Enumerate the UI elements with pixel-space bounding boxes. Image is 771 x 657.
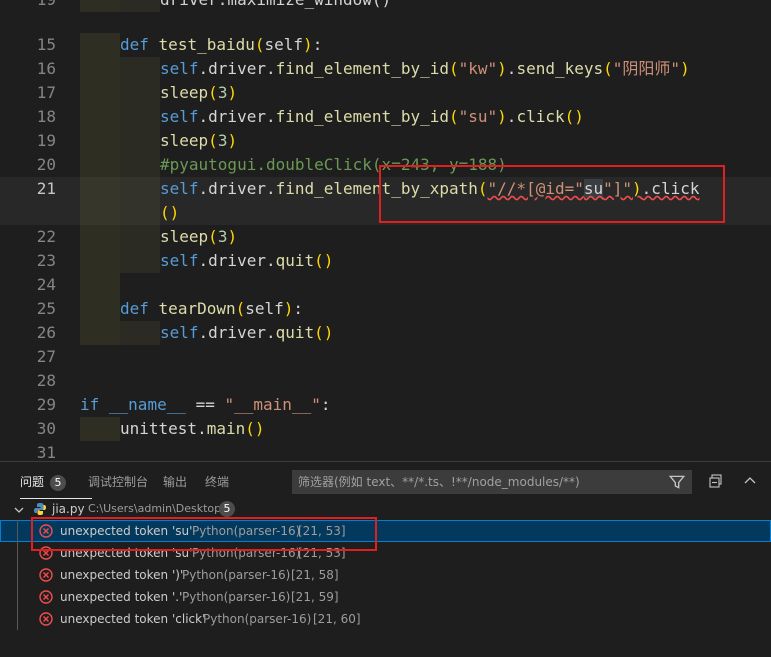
line-number: 27 — [36, 347, 56, 366]
code-text: self.driver.find_element_by_id("kw").sen… — [160, 59, 690, 78]
problem-message: unexpected token ')' — [60, 568, 184, 582]
chevron-up-icon[interactable] — [742, 473, 758, 489]
line-number: 18 — [36, 107, 56, 126]
code-text: sleep(3) — [160, 227, 238, 246]
error-icon — [39, 612, 53, 626]
line-number: 15 — [36, 35, 56, 54]
tab-debug-console[interactable]: 调试控制台 — [88, 473, 148, 490]
problem-source: Python(parser-16) — [182, 590, 291, 604]
problem-item[interactable]: unexpected token '.' Python(parser-16) [… — [0, 586, 771, 608]
problem-item[interactable]: unexpected token ')' Python(parser-16) [… — [0, 564, 771, 586]
line-number: 20 — [36, 155, 56, 174]
code-line[interactable]: 23 self.driver.quit() — [0, 249, 771, 273]
line-number — [0, 201, 56, 225]
code-line[interactable]: 16 self.driver.find_element_by_id("kw").… — [0, 57, 771, 81]
problem-source: Python(parser-16) — [182, 568, 291, 582]
code-line[interactable]: 22 sleep(3) — [0, 225, 771, 249]
code-line[interactable]: 28 — [0, 369, 771, 393]
code-text: sleep(3) — [160, 131, 238, 150]
tree-indent-guide — [17, 520, 18, 630]
line-number: 24 — [36, 275, 56, 294]
line-number: 29 — [36, 395, 56, 414]
annotation-box-problem — [31, 517, 377, 551]
code-line[interactable]: 27 — [0, 345, 771, 369]
code-text: def tearDown(self): — [120, 299, 304, 318]
code-text: self.driver.quit() — [160, 251, 334, 270]
code-line[interactable]: 18 self.driver.find_element_by_id("su").… — [0, 105, 771, 129]
code-line[interactable]: 29 if __name__ == "__main__": — [0, 393, 771, 417]
line-number: 19 — [0, 0, 56, 12]
problem-message: unexpected token 'click' — [60, 612, 206, 626]
line-number: 23 — [36, 251, 56, 270]
panel-tabs: 问题 5 调试控制台 输出 终端 筛选器(例如 text、**/*.ts、!**/… — [0, 462, 771, 500]
line-number: 22 — [36, 227, 56, 246]
code-text: unittest.main() — [120, 419, 265, 438]
line-number: 17 — [36, 83, 56, 102]
chevron-down-icon[interactable] — [14, 505, 24, 515]
line-number: 26 — [36, 323, 56, 342]
code-text: sleep(3) — [160, 83, 238, 102]
tab-problems[interactable]: 问题 5 — [20, 473, 93, 499]
code-text: def test_baidu(self): — [120, 35, 323, 54]
problems-count-badge: 5 — [50, 475, 67, 491]
problem-position: [21, 59] — [291, 590, 339, 604]
code-line[interactable]: 31 — [0, 441, 771, 461]
line-number: 28 — [36, 371, 56, 390]
code-line[interactable]: 26 self.driver.quit() — [0, 321, 771, 345]
code-text: driver.maximize_window() — [160, 0, 391, 12]
code-line[interactable]: 19 sleep(3) — [0, 129, 771, 153]
error-icon — [39, 590, 53, 604]
code-text: if __name__ == "__main__": — [80, 395, 331, 414]
line-number: 25 — [36, 299, 56, 318]
python-file-icon — [34, 503, 46, 515]
code-line[interactable]: 19 driver.maximize_window() — [0, 0, 771, 12]
problem-item[interactable]: unexpected token 'click' Python(parser-1… — [0, 608, 771, 630]
annotation-box-code — [379, 165, 725, 223]
line-number: 31 — [36, 443, 56, 461]
line-number: 21 — [36, 179, 56, 198]
line-number: 30 — [36, 419, 56, 438]
code-line[interactable]: 30 unittest.main() — [0, 417, 771, 441]
line-number: 19 — [36, 131, 56, 150]
code-editor[interactable]: 19 driver.maximize_window() 15 def test_… — [0, 0, 771, 461]
tab-terminal[interactable]: 终端 — [205, 473, 229, 490]
problem-source: Python(parser-16) — [203, 612, 312, 626]
code-text: self.driver.quit() — [160, 323, 334, 342]
code-line[interactable]: 24 — [0, 273, 771, 297]
problem-position: [21, 60] — [313, 612, 361, 626]
code-text: self.driver.find_element_by_id("su").cli… — [160, 107, 584, 126]
file-problems-badge: 5 — [219, 501, 235, 517]
filter-icon[interactable] — [668, 473, 686, 491]
code-line[interactable]: 25 def tearDown(self): — [0, 297, 771, 321]
tab-output[interactable]: 输出 — [163, 473, 187, 490]
filter-input[interactable]: 筛选器(例如 text、**/*.ts、!**/node_modules/**) — [292, 470, 692, 494]
problem-message: unexpected token '.' — [60, 590, 183, 604]
line-number: 16 — [36, 59, 56, 78]
code-line[interactable]: 15 def test_baidu(self): — [0, 33, 771, 57]
collapse-all-icon[interactable] — [708, 473, 724, 489]
error-icon — [39, 568, 53, 582]
problem-position: [21, 58] — [291, 568, 339, 582]
code-text: () — [160, 203, 180, 222]
code-line[interactable]: 17 sleep(3) — [0, 81, 771, 105]
problems-panel: 问题 5 调试控制台 输出 终端 筛选器(例如 text、**/*.ts、!**/… — [0, 461, 771, 657]
